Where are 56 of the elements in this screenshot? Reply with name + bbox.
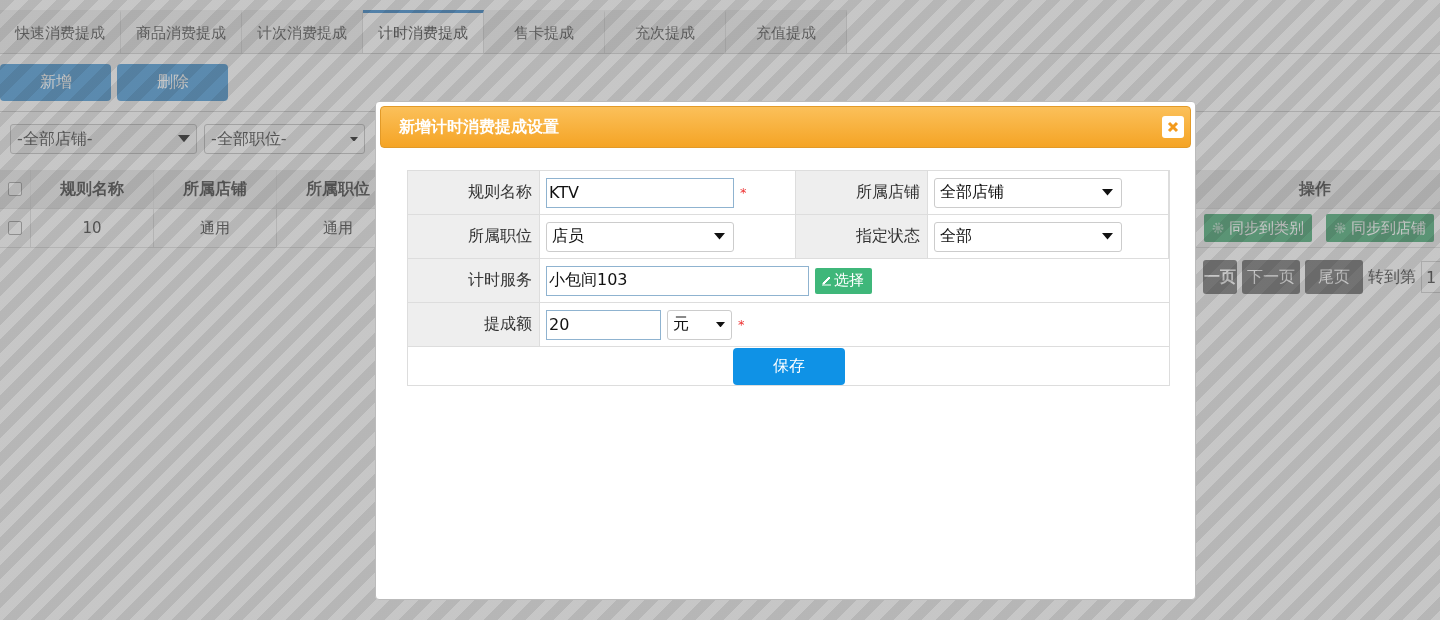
table-cell: 通用 — [323, 218, 353, 238]
close-button[interactable] — [1162, 116, 1184, 138]
text-field[interactable]: 20 — [546, 309, 661, 340]
dropdown[interactable]: 全部 — [934, 221, 1122, 252]
tab[interactable]: 计时消费提成 — [363, 10, 484, 53]
sync-button[interactable]: 同步到类别 — [1204, 214, 1312, 242]
goto-label: 转到第 — [1368, 266, 1416, 288]
required-mark: * — [740, 185, 747, 200]
page-button[interactable]: 下一页 — [1242, 260, 1300, 294]
text-field[interactable]: 小包间103 — [546, 265, 809, 296]
field-label: 所属职位 — [468, 226, 532, 247]
tab[interactable]: 充值提成 — [726, 10, 847, 53]
caret-icon — [1102, 233, 1113, 240]
dropdown[interactable]: 全部店铺 — [934, 177, 1122, 208]
select-all-checkbox[interactable] — [8, 182, 22, 196]
caret-icon — [350, 136, 358, 142]
save-button[interactable]: 保存 — [732, 347, 845, 385]
page-input[interactable]: 1 — [1421, 261, 1440, 293]
toolbar-button[interactable]: 新增 — [0, 64, 111, 101]
dropdown[interactable]: 店员 — [546, 221, 734, 252]
gear-icon — [1334, 222, 1346, 234]
row-checkbox[interactable] — [8, 221, 22, 235]
field-label: 规则名称 — [468, 182, 532, 203]
tab[interactable]: 计次消费提成 — [242, 10, 363, 53]
column-header: 所属店铺 — [183, 178, 247, 200]
caret-icon — [1102, 189, 1113, 196]
table-cell: 通用 — [200, 218, 230, 238]
sync-button[interactable]: 同步到店铺 — [1326, 214, 1434, 242]
field-label: 计时服务 — [468, 270, 532, 291]
column-header: 操作 — [1299, 178, 1331, 200]
page-button[interactable]: 一页 — [1203, 260, 1237, 294]
tab[interactable]: 商品消费提成 — [121, 10, 242, 53]
unit-dropdown[interactable]: 元 — [667, 309, 732, 340]
field-label: 所属店铺 — [856, 182, 920, 203]
dialog-title: 新增计时消费提成设置 — [399, 116, 559, 138]
gear-icon — [1212, 222, 1224, 234]
filter-dropdown[interactable]: -全部店铺- — [10, 124, 197, 154]
pencil-icon — [821, 275, 832, 286]
tab[interactable]: 售卡提成 — [484, 10, 605, 53]
field-label: 提成额 — [484, 314, 532, 335]
page-button[interactable]: 尾页 — [1305, 260, 1363, 294]
filter-dropdown[interactable]: -全部职位- — [204, 124, 365, 154]
caret-icon — [716, 321, 725, 328]
column-header: 所属职位 — [306, 178, 370, 200]
select-button[interactable]: 选择 — [815, 267, 872, 294]
text-field[interactable]: KTV — [546, 177, 734, 208]
caret-icon — [714, 233, 725, 240]
tab[interactable]: 充次提成 — [605, 10, 726, 53]
tab[interactable]: 快速消费提成 — [0, 10, 121, 53]
toolbar-button[interactable]: 删除 — [117, 64, 228, 101]
caret-icon — [178, 135, 190, 143]
close-icon — [1167, 121, 1179, 133]
field-label: 指定状态 — [856, 226, 920, 247]
column-header: 规则名称 — [60, 178, 124, 200]
table-cell: 10 — [82, 219, 102, 237]
required-mark: * — [738, 317, 745, 332]
